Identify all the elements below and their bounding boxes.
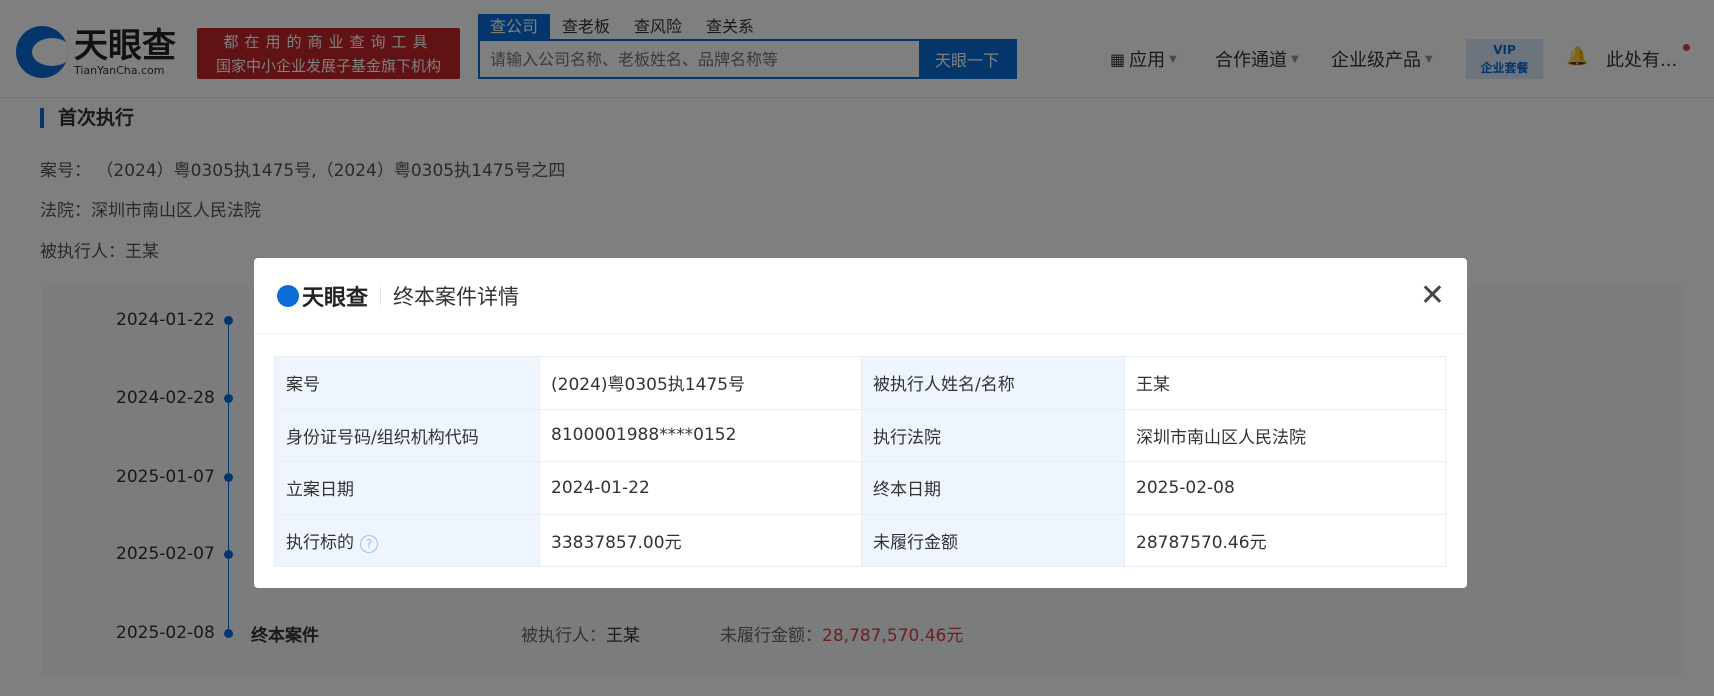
field-label-text: 执行标的 bbox=[286, 532, 354, 553]
field-value: 深圳市南山区人民法院 bbox=[1124, 408, 1446, 462]
modal-title: 终本案件详情 bbox=[393, 284, 520, 309]
case-detail-table: 案号 (2024)粤0305执1475号 被执行人姓名/名称 王某 身份证号码/组织机… bbox=[274, 356, 1446, 567]
help-question-icon[interactable]: ? bbox=[360, 534, 378, 553]
field-label: 被执行人姓名/名称 bbox=[861, 356, 1125, 410]
field-value: 王某 bbox=[1124, 356, 1446, 410]
table-row: 立案日期 2024-01-22 终本日期 2025-02-08 bbox=[274, 461, 1446, 515]
case-detail-modal: 天眼查 终本案件详情 ✕ 案号 (2024)粤0305执1475号 被执行人姓名/名… bbox=[254, 258, 1467, 588]
field-label: 未履行金额 bbox=[861, 513, 1125, 567]
table-row: 身份证号码/组织机构代码 8100001988****0152 执行法院 深圳市南山区… bbox=[274, 408, 1446, 462]
field-value: 28787570.46元 bbox=[1124, 513, 1446, 567]
logo-eye-icon bbox=[277, 284, 299, 307]
field-label: 案号 bbox=[274, 356, 540, 410]
field-label: 立案日期 bbox=[274, 461, 540, 515]
field-label: 身份证号码/组织机构代码 bbox=[274, 408, 540, 462]
modal-logo: 天眼查 bbox=[277, 280, 368, 312]
field-label: 终本日期 bbox=[861, 461, 1125, 515]
table-row: 执行标的? 33837857.00元 未履行金额 28787570.46元 bbox=[274, 513, 1446, 567]
modal-header: 天眼查 终本案件详情 ✕ bbox=[254, 258, 1467, 334]
field-label: 执行法院 bbox=[861, 408, 1125, 462]
field-value: 8100001988****0152 bbox=[539, 408, 862, 462]
divider bbox=[380, 286, 382, 305]
close-icon[interactable]: ✕ bbox=[1420, 281, 1445, 311]
field-value: 33837857.00元 bbox=[539, 513, 862, 567]
field-label: 执行标的? bbox=[274, 513, 540, 567]
modal-logo-text: 天眼查 bbox=[302, 285, 369, 311]
field-value: 2025-02-08 bbox=[1124, 461, 1446, 515]
field-value: (2024)粤0305执1475号 bbox=[539, 356, 862, 410]
table-row: 案号 (2024)粤0305执1475号 被执行人姓名/名称 王某 bbox=[274, 356, 1446, 410]
field-value: 2024-01-22 bbox=[539, 461, 862, 515]
